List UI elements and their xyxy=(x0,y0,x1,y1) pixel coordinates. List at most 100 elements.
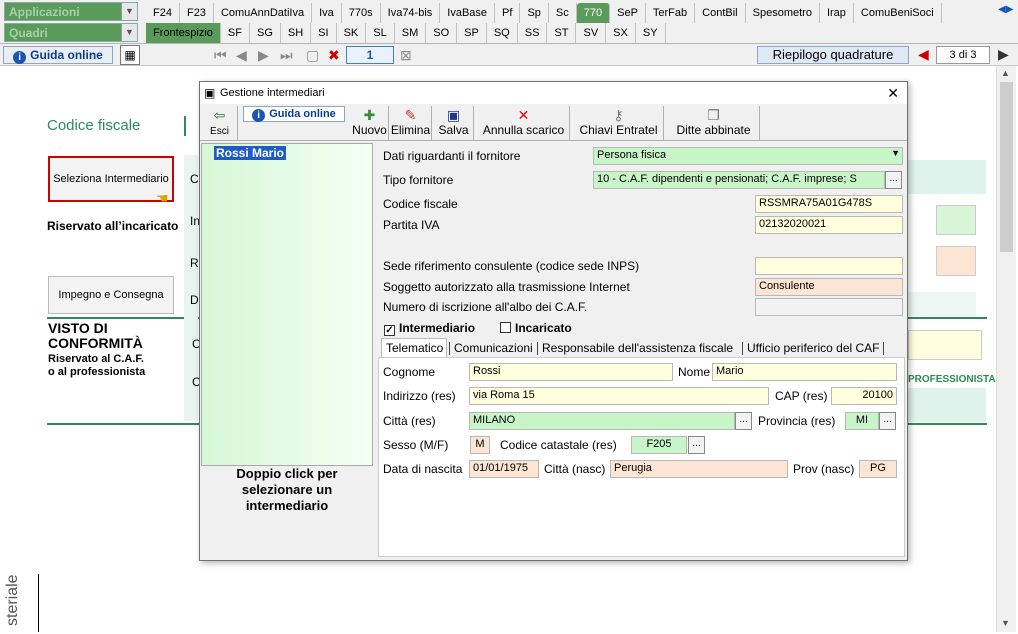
indirizzo-field[interactable]: via Roma 15 xyxy=(469,387,769,405)
soggetto-field[interactable]: Consulente xyxy=(755,278,903,296)
guida-online-button[interactable]: i Guida online xyxy=(3,46,113,64)
tab-si[interactable]: SI xyxy=(311,23,337,43)
dialog-guida-online-button[interactable]: i Guida online xyxy=(243,106,345,122)
tab-sc[interactable]: Sc xyxy=(549,3,577,23)
sede-field[interactable] xyxy=(755,257,903,275)
page-number-field[interactable]: 1 xyxy=(346,46,394,64)
last-page-icon[interactable]: ⏭ xyxy=(280,47,293,64)
chevron-down-icon[interactable]: ▼ xyxy=(121,3,137,20)
data-nascita-field[interactable]: 01/01/1975 xyxy=(469,460,539,478)
tab-irap[interactable]: Irap xyxy=(820,3,854,23)
citta-picker-button[interactable]: ... xyxy=(735,412,752,430)
tab-sy[interactable]: SY xyxy=(636,23,666,43)
nome-field[interactable]: Mario xyxy=(712,363,897,381)
form-field[interactable] xyxy=(908,330,982,360)
partita-iva-field[interactable]: 02132020021 xyxy=(755,216,903,234)
tab-telematico[interactable]: Telematico xyxy=(386,341,443,355)
cognome-field[interactable]: Rossi xyxy=(469,363,673,381)
ditte-abbinate-button[interactable]: ❐ Ditte abbinate xyxy=(668,106,760,140)
tab-f23[interactable]: F23 xyxy=(180,3,214,23)
checkbox-unchecked-icon[interactable] xyxy=(500,322,511,333)
intermediari-list[interactable]: Rossi Mario xyxy=(201,143,373,466)
tab-so[interactable]: SO xyxy=(426,23,458,43)
sesso-field[interactable]: M xyxy=(470,436,490,454)
tab-pf[interactable]: Pf xyxy=(495,3,521,23)
tab-frontespizio[interactable]: Frontespizio xyxy=(146,23,221,43)
chiavi-entratel-button[interactable]: ⚷ Chiavi Entratel xyxy=(574,106,664,140)
next-page-icon[interactable]: ▶ xyxy=(258,47,269,64)
chevron-down-icon[interactable]: ▼ xyxy=(891,148,900,158)
new-page-icon[interactable]: ▢ xyxy=(306,47,319,64)
impegno-consegna-button[interactable]: Impegno e Consegna xyxy=(48,276,174,314)
provincia-picker-button[interactable]: ... xyxy=(879,412,896,430)
scrollbar-thumb[interactable] xyxy=(1000,82,1013,252)
tab-f24[interactable]: F24 xyxy=(146,3,180,23)
tab-terfab[interactable]: TerFab xyxy=(646,3,696,23)
tab-770s[interactable]: 770s xyxy=(342,3,381,23)
close-page-icon[interactable]: ⊠ xyxy=(400,47,412,64)
tab-spesometro[interactable]: Spesometro xyxy=(746,3,820,23)
prev-page-icon[interactable]: ◀ xyxy=(236,47,247,64)
tab-st[interactable]: ST xyxy=(547,23,577,43)
tab-sep[interactable]: SeP xyxy=(610,3,646,23)
prev-form-icon[interactable]: ◀ xyxy=(918,46,929,63)
tipo-fornitore-field[interactable]: 10 - C.A.F. dipendenti e pensionati; C.A… xyxy=(593,171,885,189)
tab-contbil[interactable]: ContBil xyxy=(695,3,746,23)
tabs-scroll-arrows-icon[interactable]: ◀▶ xyxy=(998,4,1013,15)
form-field[interactable] xyxy=(936,205,976,235)
close-icon[interactable]: ✕ xyxy=(887,82,899,104)
codice-catastale-picker-button[interactable]: ... xyxy=(688,436,705,454)
tab-ivabase[interactable]: IvaBase xyxy=(440,3,496,23)
tab-comubenisoci[interactable]: ComuBeniSoci xyxy=(854,3,942,23)
salva-button[interactable]: ▣ Salva xyxy=(434,106,474,140)
tab-sq[interactable]: SQ xyxy=(487,23,518,43)
tab-sg[interactable]: SG xyxy=(250,23,281,43)
tab-comunicazioni[interactable]: Comunicazioni xyxy=(454,341,533,355)
annulla-scarico-button[interactable]: ✕ Annulla scarico xyxy=(478,106,570,140)
checkbox-checked-icon[interactable]: ✓ xyxy=(384,325,395,336)
scroll-down-icon[interactable]: ▼ xyxy=(1001,618,1010,628)
tipo-fornitore-picker-button[interactable]: ... xyxy=(885,171,902,189)
incaricato-checkbox[interactable]: Incaricato xyxy=(500,321,572,335)
cap-field[interactable]: 20100 xyxy=(831,387,897,405)
riepilogo-quadrature-button[interactable]: Riepilogo quadrature xyxy=(757,46,909,64)
tab-sx[interactable]: SX xyxy=(606,23,636,43)
tab-sk[interactable]: SK xyxy=(337,23,367,43)
first-page-icon[interactable]: ⏮ xyxy=(214,47,227,64)
intermediario-checkbox[interactable]: ✓ Intermediario xyxy=(384,321,475,336)
prov-nascita-field[interactable]: PG xyxy=(859,460,897,478)
tab-sp[interactable]: Sp xyxy=(520,3,549,23)
tab-iva[interactable]: Iva xyxy=(312,3,342,23)
vertical-scrollbar[interactable]: ▲ ▼ xyxy=(996,66,1016,632)
numero-iscrizione-field[interactable] xyxy=(755,298,903,316)
applicazioni-combo[interactable]: Applicazioni ▼ xyxy=(4,2,138,21)
tab-sh[interactable]: SH xyxy=(281,23,312,43)
form-field[interactable] xyxy=(936,246,976,276)
citta-field[interactable]: MILANO xyxy=(469,412,735,430)
citta-nascita-field[interactable]: Perugia xyxy=(610,460,788,478)
tab-sv[interactable]: SV xyxy=(576,23,607,43)
dati-fornitore-select[interactable]: Persona fisica ▼ xyxy=(593,147,903,165)
quadri-combo[interactable]: Quadri ▼ xyxy=(4,23,138,42)
tab-responsabile[interactable]: Responsabile dell'assistenza fiscale xyxy=(542,341,733,355)
tab-770[interactable]: 770 xyxy=(576,3,611,23)
esci-button[interactable]: ⇦ Esci xyxy=(202,106,238,140)
chevron-down-icon[interactable]: ▼ xyxy=(121,24,137,41)
tab-comuanndatiiva[interactable]: ComuAnnDatiIva xyxy=(214,3,313,23)
tab-iva74-bis[interactable]: Iva74-bis xyxy=(381,3,441,23)
tab-ss[interactable]: SS xyxy=(518,23,548,43)
elimina-button[interactable]: ✎ Elimina xyxy=(390,106,432,140)
tab-sp[interactable]: SP xyxy=(457,23,487,43)
next-form-icon[interactable]: ▶ xyxy=(998,46,1009,63)
nuovo-button[interactable]: ✚ Nuovo xyxy=(351,106,389,140)
tab-sm[interactable]: SM xyxy=(395,23,427,43)
provincia-field[interactable]: MI xyxy=(845,412,879,430)
scroll-up-icon[interactable]: ▲ xyxy=(1001,68,1010,78)
codice-catastale-field[interactable]: F205 xyxy=(631,436,687,454)
list-item[interactable]: Rossi Mario xyxy=(214,146,287,160)
tab-sl[interactable]: SL xyxy=(366,23,395,43)
calculator-icon[interactable]: ▦ xyxy=(120,45,140,65)
codice-fiscale-field[interactable]: RSSMRA75A01G478S xyxy=(755,195,903,213)
tab-ufficio-periferico[interactable]: Ufficio periferico del CAF xyxy=(747,341,880,355)
delete-page-icon[interactable]: ✖ xyxy=(328,47,340,64)
